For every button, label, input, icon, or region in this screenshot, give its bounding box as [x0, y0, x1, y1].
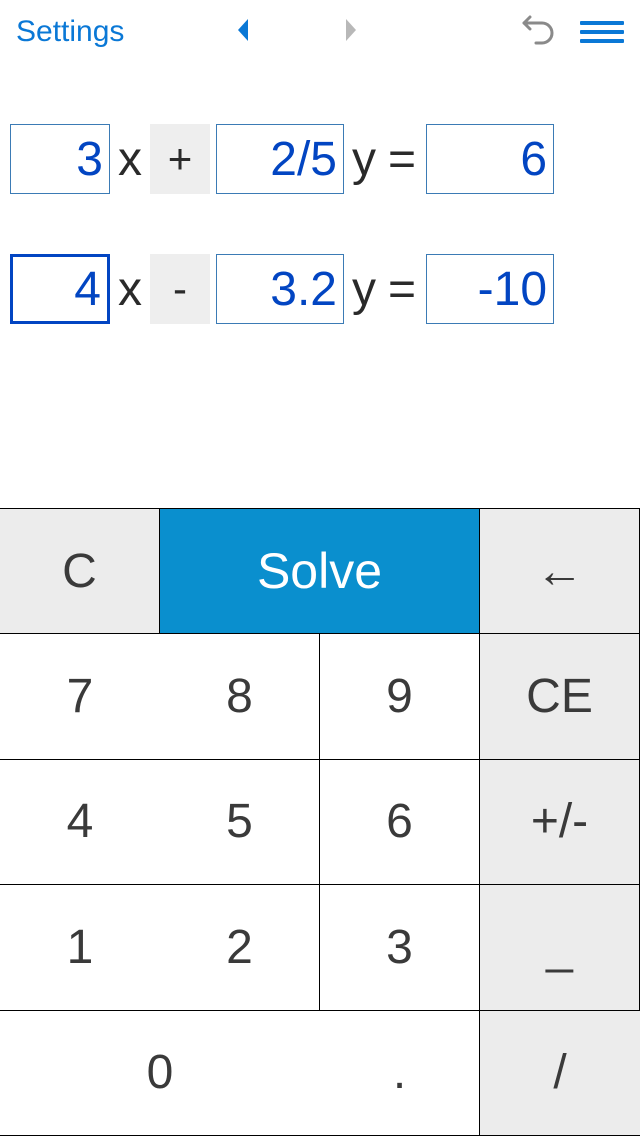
- equation-row-2: 4 x - 3.2 y = -10: [10, 254, 630, 324]
- key-9[interactable]: 9: [320, 634, 480, 759]
- keypad: C Solve ← 7 8 9 CE 4 5 6 +/- 1 2 3 _ 0 .…: [0, 508, 640, 1136]
- nav-arrows: [234, 17, 360, 48]
- x-label: x: [116, 132, 144, 187]
- equals-label: =: [384, 132, 420, 187]
- eq1-operator-toggle[interactable]: +: [150, 124, 210, 194]
- equation-row-1: 3 x + 2/5 y = 6: [10, 124, 630, 194]
- plus-minus-button[interactable]: +/-: [480, 760, 640, 885]
- solve-button[interactable]: Solve: [160, 509, 480, 634]
- key-1[interactable]: 1: [0, 885, 160, 1010]
- backspace-icon: ←: [536, 544, 584, 599]
- key-0[interactable]: 0: [0, 1011, 320, 1136]
- equations-area: 3 x + 2/5 y = 6 4 x - 3.2 y = -10: [0, 64, 640, 508]
- eq2-coef-x-input[interactable]: 4: [10, 254, 110, 324]
- header: Settings: [0, 0, 640, 64]
- settings-link[interactable]: Settings: [16, 15, 124, 49]
- next-arrow-icon[interactable]: [342, 17, 360, 48]
- clear-button[interactable]: C: [0, 509, 160, 634]
- key-6[interactable]: 6: [320, 760, 480, 885]
- underscore-button[interactable]: _: [480, 885, 640, 1010]
- header-right: [522, 15, 624, 50]
- eq2-rhs-input[interactable]: -10: [426, 254, 554, 324]
- key-2[interactable]: 2: [160, 885, 320, 1010]
- key-7[interactable]: 7: [0, 634, 160, 759]
- y-label: y: [350, 262, 378, 317]
- key-5[interactable]: 5: [160, 760, 320, 885]
- undo-icon[interactable]: [522, 15, 556, 50]
- clear-entry-button[interactable]: CE: [480, 634, 640, 759]
- prev-arrow-icon[interactable]: [234, 17, 252, 48]
- decimal-button[interactable]: .: [320, 1011, 480, 1136]
- y-label: y: [350, 132, 378, 187]
- eq1-rhs-input[interactable]: 6: [426, 124, 554, 194]
- eq2-operator-toggle[interactable]: -: [150, 254, 210, 324]
- key-8[interactable]: 8: [160, 634, 320, 759]
- eq1-coef-x-input[interactable]: 3: [10, 124, 110, 194]
- key-3[interactable]: 3: [320, 885, 480, 1010]
- eq2-coef-y-input[interactable]: 3.2: [216, 254, 344, 324]
- eq1-coef-y-input[interactable]: 2/5: [216, 124, 344, 194]
- slash-button[interactable]: /: [480, 1011, 640, 1136]
- equals-label: =: [384, 262, 420, 317]
- x-label: x: [116, 262, 144, 317]
- key-4[interactable]: 4: [0, 760, 160, 885]
- backspace-button[interactable]: ←: [480, 509, 640, 634]
- menu-icon[interactable]: [580, 21, 624, 43]
